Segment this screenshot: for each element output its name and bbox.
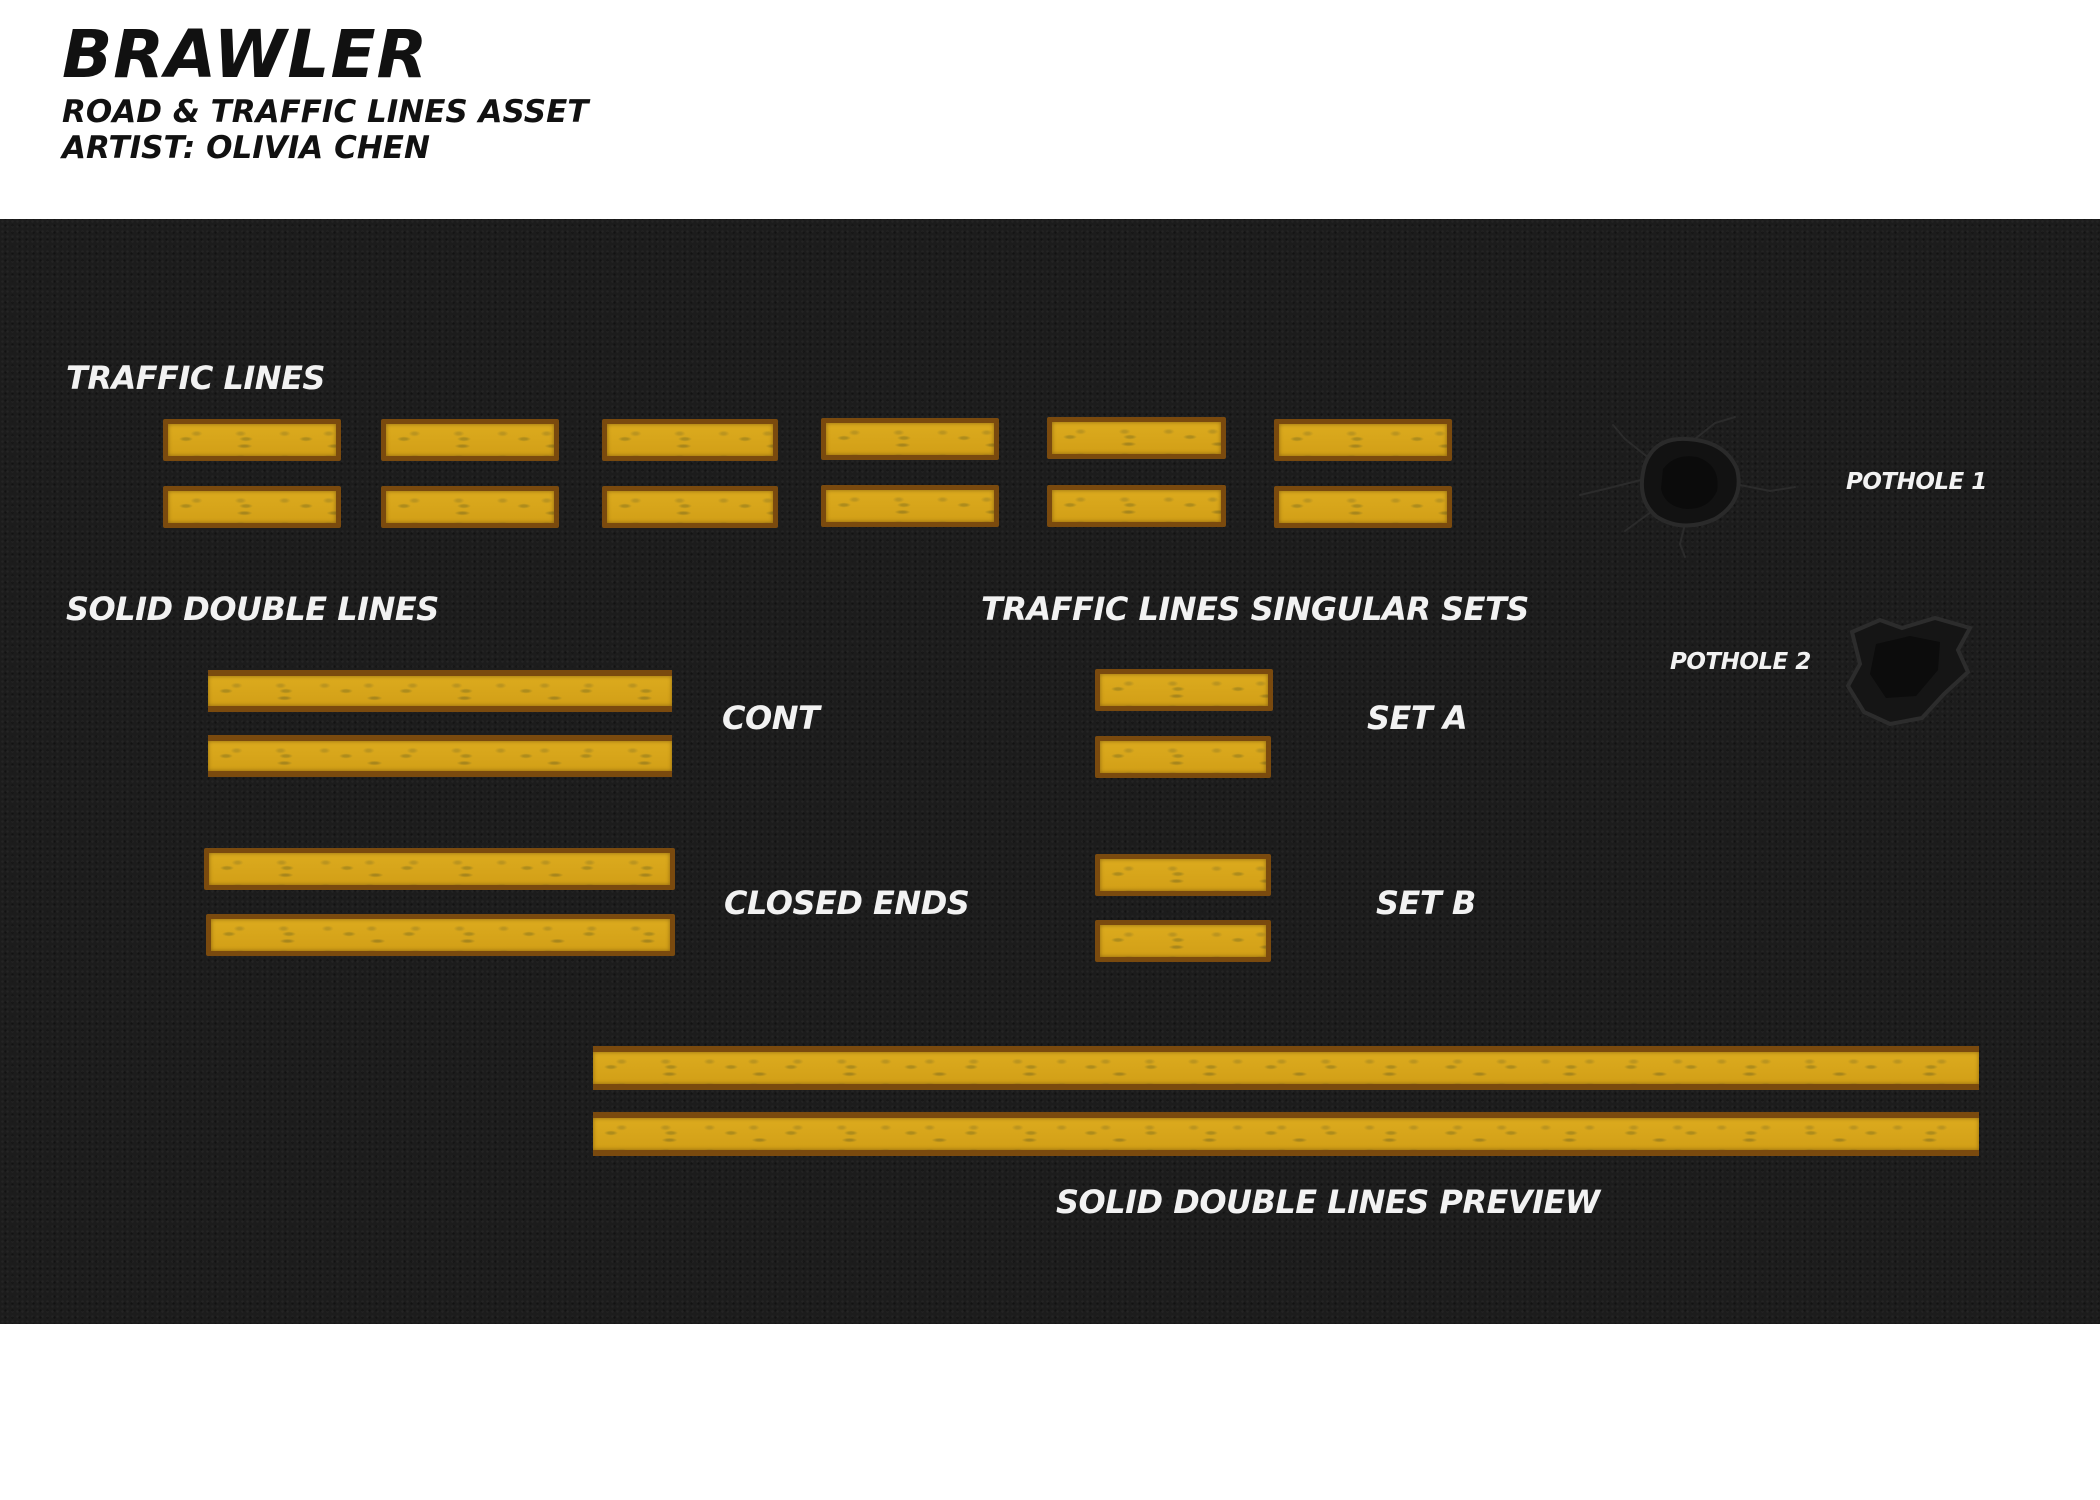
traffic-line-tile [1274,419,1452,461]
set-b-label: SET B [1376,884,1476,922]
traffic-line-tile [1047,485,1226,527]
set-a-tile-bottom [1095,736,1271,778]
traffic-line-tile [821,418,999,460]
traffic-line-tile [602,486,778,528]
asset-sheet: BRAWLER ROAD & TRAFFIC LINES ASSET ARTIS… [0,0,2100,1500]
traffic-line-tile [381,419,559,461]
traffic-line-tile [1047,417,1226,459]
pothole-1-label: POTHOLE 1 [1846,469,1987,495]
traffic-line-tile [381,486,559,528]
traffic-line-tile [163,486,341,528]
traffic-line-tile [163,419,341,461]
pothole-1-graphic [1579,416,1796,558]
solid-line-cont-bottom [208,735,672,777]
singular-sets-heading: TRAFFIC LINES SINGULAR SETS [981,590,1529,628]
project-title: BRAWLER [62,16,429,93]
set-b-tile-bottom [1095,920,1271,962]
preview-line-bottom [593,1112,1979,1156]
pothole-2-label: POTHOLE 2 [1670,649,1811,675]
preview-line-top [593,1046,1979,1090]
solid-line-closed-bottom [206,914,675,956]
asset-subtitle: ROAD & TRAFFIC LINES ASSET [62,94,589,130]
solid-line-closed-top [204,848,675,890]
cont-label: CONT [722,699,820,737]
traffic-lines-heading: TRAFFIC LINES [66,359,325,397]
set-b-tile-top [1095,854,1271,896]
set-a-label: SET A [1367,699,1468,737]
closed-ends-label: CLOSED ENDS [724,884,970,922]
solid-double-lines-heading: SOLID DOUBLE LINES [66,590,439,628]
solid-line-cont-top [208,670,672,712]
traffic-line-tile [821,485,999,527]
traffic-line-tile [1274,486,1452,528]
traffic-line-tile [602,419,778,461]
set-a-tile-top [1095,669,1273,711]
asphalt-canvas: TRAFFIC LINES POTHOLE 1 SOLID DOUBLE LIN… [0,219,2100,1324]
pothole-2-graphic [1845,615,1973,727]
artist-credit: ARTIST: OLIVIA CHEN [62,130,430,166]
preview-label: SOLID DOUBLE LINES PREVIEW [1056,1183,1600,1221]
